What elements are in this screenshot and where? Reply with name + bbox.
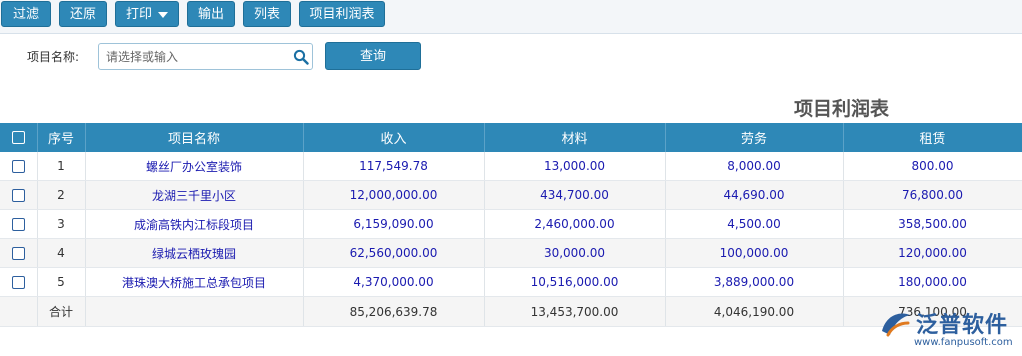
row-select-cell[interactable] (0, 267, 38, 297)
print-button[interactable]: 打印 (115, 1, 179, 27)
labor-cell[interactable]: 3,889,000.00 (665, 267, 844, 297)
project-name-cell[interactable]: 绿城云栖玫瑰园 (85, 238, 304, 268)
rental-cell[interactable]: 358,500.00 (843, 209, 1022, 239)
material-cell[interactable]: 30,000.00 (484, 238, 666, 268)
search-icon[interactable] (293, 49, 309, 65)
labor-cell[interactable]: 100,000.00 (665, 238, 844, 268)
select-all-cell[interactable] (0, 123, 38, 152)
restore-button-label: 还原 (69, 7, 96, 22)
project-name-cell[interactable]: 龙湖三千里小区 (85, 180, 304, 210)
seq-cell: 1 (37, 152, 86, 181)
row-select-cell[interactable] (0, 209, 38, 239)
project-name-input[interactable] (98, 43, 313, 70)
total-row: 合计 85,206,639.78 13,453,700.00 4,046,190… (0, 296, 1022, 327)
row-select-cell[interactable] (0, 152, 38, 181)
query-button-label: 查询 (359, 49, 386, 64)
column-header-material[interactable]: 材料 (484, 123, 666, 152)
total-label: 合计 (37, 296, 86, 327)
table-row[interactable]: 4 绿城云栖玫瑰园 62,560,000.00 30,000.00 100,00… (0, 238, 1022, 268)
row-select-cell[interactable] (0, 180, 38, 210)
brand-logo-icon (882, 313, 910, 337)
income-cell[interactable]: 12,000,000.00 (303, 180, 485, 210)
project-name-cell[interactable]: 螺丝厂办公室装饰 (85, 152, 304, 181)
rental-cell[interactable]: 800.00 (843, 152, 1022, 181)
rental-cell[interactable]: 76,800.00 (843, 180, 1022, 210)
row-checkbox[interactable] (11, 276, 25, 289)
brand-watermark: 泛普软件 www.fanpusoft.com (878, 305, 1018, 353)
table-row[interactable]: 1 螺丝厂办公室装饰 117,549.78 13,000.00 8,000.00… (0, 152, 1022, 181)
row-select-cell[interactable] (0, 238, 38, 268)
list-button[interactable]: 列表 (243, 1, 291, 27)
total-empty-cell (0, 296, 38, 327)
seq-cell: 2 (37, 180, 86, 210)
income-cell[interactable]: 6,159,090.00 (303, 209, 485, 239)
export-button[interactable]: 输出 (187, 1, 235, 27)
filter-button-label: 过滤 (12, 7, 39, 22)
filter-button[interactable]: 过滤 (1, 1, 51, 27)
project-name-cell[interactable]: 成渝高铁内江标段项目 (85, 209, 304, 239)
table-row[interactable]: 5 港珠澳大桥施工总承包项目 4,370,000.00 10,516,000.0… (0, 267, 1022, 297)
list-button-label: 列表 (253, 7, 280, 22)
total-material: 13,453,700.00 (484, 296, 666, 327)
project-name-cell[interactable]: 港珠澳大桥施工总承包项目 (85, 267, 304, 297)
row-checkbox[interactable] (11, 247, 25, 260)
table-row[interactable]: 2 龙湖三千里小区 12,000,000.00 434,700.00 44,69… (0, 180, 1022, 210)
query-button[interactable]: 查询 (325, 42, 421, 70)
labor-cell[interactable]: 44,690.00 (665, 180, 844, 210)
select-all-checkbox[interactable] (11, 131, 25, 144)
column-header-rental[interactable]: 租赁 (843, 123, 1022, 152)
report-title: 项目利润表 (794, 98, 890, 120)
row-checkbox[interactable] (11, 189, 25, 202)
labor-cell[interactable]: 8,000.00 (665, 152, 844, 181)
material-cell[interactable]: 2,460,000.00 (484, 209, 666, 239)
income-cell[interactable]: 4,370,000.00 (303, 267, 485, 297)
total-empty-name-cell (85, 296, 304, 327)
toolbar: 过滤 还原 打印 输出 列表 项目利润表 (0, 0, 1022, 34)
seq-cell: 5 (37, 267, 86, 297)
material-cell[interactable]: 10,516,000.00 (484, 267, 666, 297)
column-header-income[interactable]: 收入 (303, 123, 485, 152)
watermark-url: www.fanpusoft.com (914, 337, 1013, 348)
seq-cell: 4 (37, 238, 86, 268)
total-labor: 4,046,190.00 (665, 296, 844, 327)
row-checkbox[interactable] (11, 218, 25, 231)
total-income: 85,206,639.78 (303, 296, 485, 327)
labor-cell[interactable]: 4,500.00 (665, 209, 844, 239)
column-header-labor[interactable]: 劳务 (665, 123, 844, 152)
profit-report-button-label: 项目利润表 (309, 7, 375, 22)
project-name-label: 项目名称: (27, 50, 80, 64)
income-cell[interactable]: 62,560,000.00 (303, 238, 485, 268)
restore-button[interactable]: 还原 (59, 1, 107, 27)
material-cell[interactable]: 434,700.00 (484, 180, 666, 210)
print-button-label: 打印 (125, 7, 152, 22)
rental-cell[interactable]: 180,000.00 (843, 267, 1022, 297)
seq-cell: 3 (37, 209, 86, 239)
profit-report-button[interactable]: 项目利润表 (299, 1, 385, 27)
table-header-row: 序号 项目名称 收入 材料 劳务 租赁 (0, 123, 1022, 152)
profit-table: 序号 项目名称 收入 材料 劳务 租赁 1 螺丝厂办公室装饰 117,549.7… (0, 123, 1022, 327)
caret-down-icon (158, 11, 168, 18)
row-checkbox[interactable] (11, 160, 25, 173)
table-row[interactable]: 3 成渝高铁内江标段项目 6,159,090.00 2,460,000.00 4… (0, 209, 1022, 239)
watermark-brand: 泛普软件 (916, 313, 1009, 338)
income-cell[interactable]: 117,549.78 (303, 152, 485, 181)
material-cell[interactable]: 13,000.00 (484, 152, 666, 181)
export-button-label: 输出 (197, 7, 224, 22)
rental-cell[interactable]: 120,000.00 (843, 238, 1022, 268)
column-header-seq[interactable]: 序号 (37, 123, 86, 152)
column-header-project-name[interactable]: 项目名称 (85, 123, 304, 152)
